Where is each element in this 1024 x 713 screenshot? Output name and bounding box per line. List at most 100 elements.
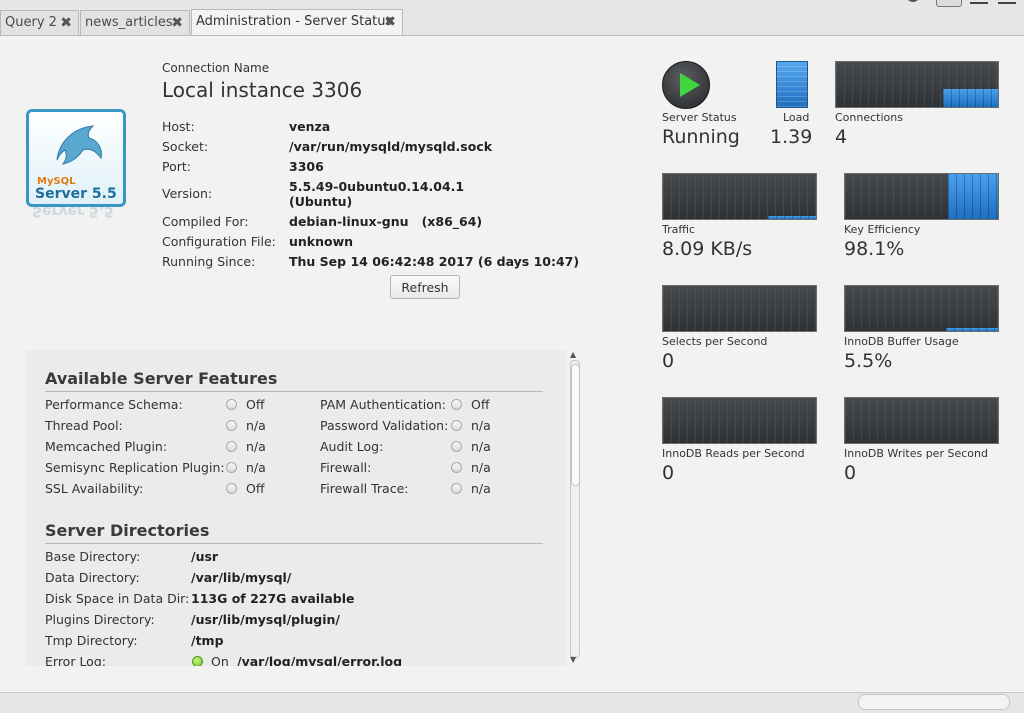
status-indicator-icon	[226, 462, 237, 473]
tab-administration-server-status[interactable]: Administration - Server Status ✖	[191, 9, 403, 36]
traffic-graph	[662, 173, 817, 220]
tab-label: news_articles	[85, 15, 173, 30]
server-status-value: Running	[662, 126, 740, 148]
feature-pam-value: Off	[471, 397, 490, 412]
feature-firewall-value: n/a	[471, 460, 491, 475]
feature-audit-log-label: Audit Log:	[320, 439, 384, 454]
logo-text-server: Server 5.5	[35, 186, 117, 202]
innodb-reads-label: InnoDB Reads per Second	[662, 447, 805, 460]
running-since-label: Running Since:	[162, 254, 256, 269]
feature-firewall-trace-value: n/a	[471, 481, 491, 496]
tab-news-articles[interactable]: news_articles ✖	[80, 10, 190, 35]
feature-performance-schema-value: Off	[246, 397, 265, 412]
data-directory-label: Data Directory:	[45, 570, 140, 585]
connections-label: Connections	[835, 111, 903, 124]
innodb-buffer-value: 5.5%	[844, 350, 893, 372]
sidebar-toggle-icon[interactable]	[936, 0, 962, 7]
close-icon[interactable]: ✖	[171, 15, 183, 31]
horizontal-scrollbar[interactable]	[858, 694, 1010, 710]
status-indicator-icon	[451, 399, 462, 410]
innodb-reads-graph	[662, 397, 817, 444]
feature-memcached-value: n/a	[246, 439, 266, 454]
dolphin-icon	[56, 125, 102, 165]
socket-value: /var/run/mysqld/mysqld.sock	[289, 139, 493, 154]
settings-icon[interactable]	[906, 0, 920, 2]
selects-value: 0	[662, 350, 675, 372]
status-indicator-icon	[226, 420, 237, 431]
features-scrollbar[interactable]: ▲ ▼	[568, 350, 581, 666]
version-label: Version:	[162, 186, 213, 201]
selects-label: Selects per Second	[662, 335, 768, 348]
feature-performance-schema-label: Performance Schema:	[45, 397, 183, 412]
status-indicator-icon	[451, 441, 462, 452]
server-status-label: Server Status	[662, 111, 737, 124]
plugins-directory-label: Plugins Directory:	[45, 612, 155, 627]
logo-reflection-text: Server 5.5	[32, 207, 114, 219]
connections-value: 4	[835, 126, 848, 148]
base-directory-value: /usr	[191, 549, 219, 564]
scroll-down-icon[interactable]: ▼	[570, 655, 576, 664]
host-value: venza	[289, 119, 331, 134]
status-indicator-icon	[226, 399, 237, 410]
tab-query-2[interactable]: Query 2 ✖	[0, 10, 79, 35]
traffic-label: Traffic	[662, 223, 696, 236]
selects-graph	[662, 285, 817, 332]
logo-reflection: Server 5.5	[26, 207, 126, 247]
key-efficiency-value: 98.1%	[844, 238, 905, 260]
panel-toggle-icon[interactable]	[970, 0, 988, 4]
scroll-up-icon[interactable]: ▲	[570, 350, 576, 359]
disk-space-value: 113G of 227G available	[191, 591, 355, 606]
port-value: 3306	[289, 159, 324, 174]
innodb-writes-label: InnoDB Writes per Second	[844, 447, 988, 460]
feature-firewall-trace-label: Firewall Trace:	[320, 481, 409, 496]
panel-toggle-icon[interactable]	[998, 0, 1016, 4]
feature-pam-label: PAM Authentication:	[320, 397, 447, 412]
error-log-status: On	[211, 654, 229, 666]
status-indicator-icon	[451, 462, 462, 473]
error-log-value: /var/log/mysql/error.log	[237, 654, 403, 666]
load-gauge	[776, 61, 808, 108]
config-file-value: unknown	[289, 234, 354, 249]
directories-divider	[45, 543, 543, 544]
innodb-writes-graph	[844, 397, 999, 444]
features-divider	[45, 391, 543, 392]
load-value: 1.39	[770, 126, 813, 148]
feature-semisync-value: n/a	[246, 460, 266, 475]
compiled-for-label: Compiled For:	[162, 214, 249, 229]
config-file-label: Configuration File:	[162, 234, 276, 249]
innodb-writes-value: 0	[844, 462, 857, 484]
feature-firewall-label: Firewall:	[320, 460, 372, 475]
plugins-directory-value: /usr/lib/mysql/plugin/	[191, 612, 340, 627]
port-label: Port:	[162, 159, 191, 174]
base-directory-label: Base Directory:	[45, 549, 141, 564]
running-since-value: Thu Sep 14 06:42:48 2017 (6 days 10:47)	[289, 254, 580, 269]
status-indicator-icon	[451, 420, 462, 431]
scroll-thumb[interactable]	[571, 364, 580, 486]
play-icon	[680, 73, 700, 97]
feature-thread-pool-value: n/a	[246, 418, 266, 433]
innodb-buffer-graph	[844, 285, 999, 332]
data-directory-value: /var/lib/mysql/	[191, 570, 292, 585]
server-features-panel: Available Server Features Performance Sc…	[26, 350, 566, 666]
load-label: Load	[783, 111, 810, 124]
status-indicator-icon	[451, 483, 462, 494]
mysql-server-logo: MySQL Server 5.5	[26, 109, 126, 207]
feature-password-validation-label: Password Validation:	[320, 418, 449, 433]
version-value-line2: (Ubuntu)	[289, 194, 353, 209]
feature-semisync-label: Semisync Replication Plugin:	[45, 460, 225, 475]
refresh-button[interactable]: Refresh	[390, 275, 460, 299]
error-log-label: Error Log:	[45, 654, 106, 666]
close-icon[interactable]: ✖	[384, 14, 396, 30]
feature-password-validation-value: n/a	[471, 418, 491, 433]
key-efficiency-graph	[844, 173, 999, 220]
connections-graph	[835, 61, 999, 108]
key-efficiency-label: Key Efficiency	[844, 223, 921, 236]
innodb-buffer-label: InnoDB Buffer Usage	[844, 335, 959, 348]
traffic-value: 8.09 KB/s	[662, 238, 753, 260]
host-label: Host:	[162, 119, 195, 134]
close-icon[interactable]: ✖	[60, 15, 72, 31]
disk-space-label: Disk Space in Data Dir:	[45, 591, 190, 606]
traffic-graph-bar	[768, 216, 816, 219]
status-indicator-icon	[226, 441, 237, 452]
innodb-reads-value: 0	[662, 462, 675, 484]
